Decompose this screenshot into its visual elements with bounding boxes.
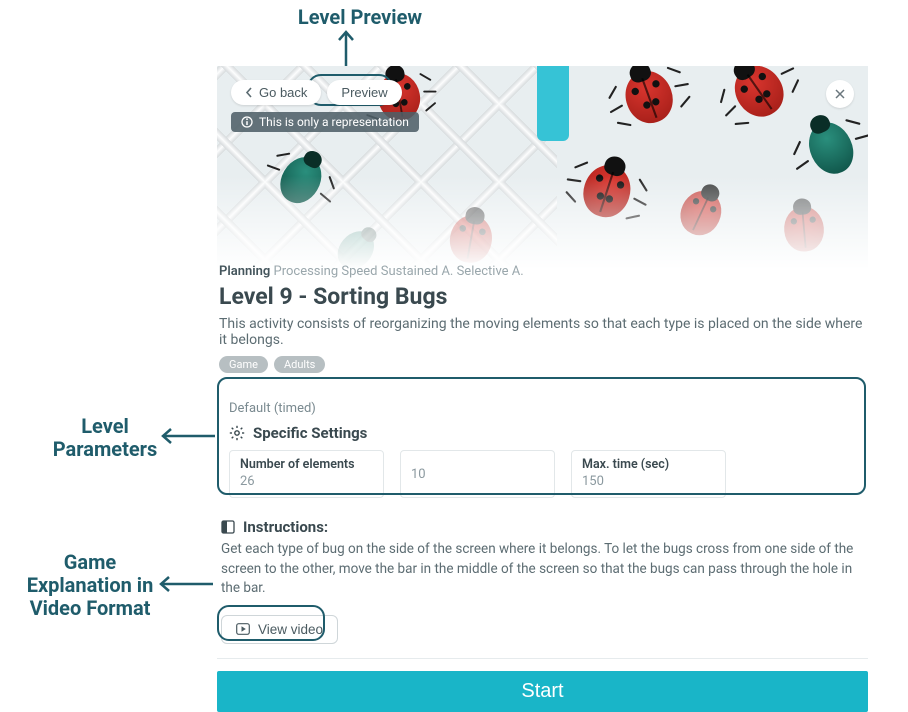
ladybug-icon xyxy=(618,66,679,130)
annotation-arrow-left-1 xyxy=(157,426,217,446)
activity-title: Level 9 - Sorting Bugs xyxy=(219,283,866,310)
activity-panel: Go back Preview This is only a represent… xyxy=(217,66,868,656)
greenbug-icon xyxy=(801,115,861,181)
start-label: Start xyxy=(521,680,563,702)
skill-primary: Planning xyxy=(219,264,270,279)
start-button[interactable]: Start xyxy=(217,671,868,712)
settings-subhead: Specific Settings xyxy=(229,424,856,442)
field-label: Number of elements xyxy=(240,457,373,472)
activity-badges: Game Adults xyxy=(219,356,866,373)
ladybug-icon xyxy=(725,66,793,126)
instructions-section: Instructions: Get each type of bug on th… xyxy=(217,510,868,644)
level-preview-hero: Go back Preview This is only a represent… xyxy=(217,66,868,286)
go-back-button[interactable]: Go back xyxy=(231,80,321,105)
view-video-button[interactable]: View video xyxy=(221,615,338,644)
view-video-label: View video xyxy=(258,622,323,637)
go-back-label: Go back xyxy=(259,85,307,100)
annotation-arrow-left-2 xyxy=(155,574,215,594)
close-button[interactable] xyxy=(826,80,854,108)
specific-settings-panel: Default (timed) Specific Settings Number… xyxy=(217,391,868,510)
field-label: Max. time (sec) xyxy=(582,457,715,472)
barrier xyxy=(537,66,569,141)
preview-label: Preview xyxy=(341,85,387,100)
info-icon xyxy=(241,116,253,128)
preview-button[interactable]: Preview xyxy=(327,80,401,105)
activity-subtitle: This activity consists of reorganizing t… xyxy=(219,316,866,348)
play-icon xyxy=(236,623,250,635)
chevron-left-icon xyxy=(245,87,253,98)
close-icon xyxy=(835,89,845,99)
representation-note-text: This is only a representation xyxy=(259,115,409,129)
instructions-body: Get each type of bug on the side of the … xyxy=(221,540,864,599)
annotation-level-preview: Level Preview xyxy=(260,6,460,29)
instructions-icon xyxy=(221,520,235,534)
divider xyxy=(217,658,868,659)
settings-subhead-text: Specific Settings xyxy=(253,424,367,442)
gear-icon xyxy=(229,425,245,441)
field-value: 10 xyxy=(411,467,426,482)
tag-adults: Adults xyxy=(274,356,325,373)
skill-tags: Planning Processing Speed Sustained A. S… xyxy=(219,264,866,279)
annotation-video-format: Game Explanation in Video Format xyxy=(10,551,170,620)
field-middle[interactable]: 10 xyxy=(400,450,555,498)
instructions-heading: Instructions: xyxy=(243,518,328,536)
tag-game: Game xyxy=(219,356,268,373)
field-value: 150 xyxy=(582,474,715,489)
annotation-arrow-up xyxy=(336,28,356,68)
field-number-of-elements[interactable]: Number of elements 26 xyxy=(229,450,384,498)
field-max-time[interactable]: Max. time (sec) 150 xyxy=(571,450,726,498)
skill-secondary: Processing Speed Sustained A. Selective … xyxy=(274,264,524,279)
field-value: 26 xyxy=(240,474,373,489)
representation-note: This is only a representation xyxy=(231,112,419,132)
settings-mode-label: Default (timed) xyxy=(229,401,856,416)
